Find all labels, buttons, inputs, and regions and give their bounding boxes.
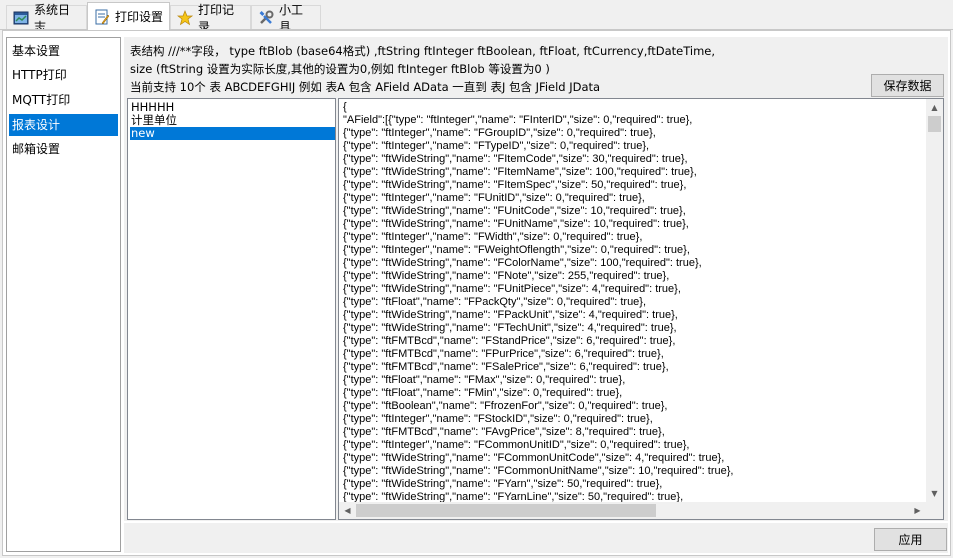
json-editor-line: {"type": "ftFMTBcd","name": "FAvgPrice",…	[343, 426, 665, 438]
tab-label: 打印设置	[115, 10, 164, 24]
json-editor-line: {"type": "ftFMTBcd","name": "FSalePrice"…	[343, 361, 669, 373]
json-editor-line: {"type": "ftInteger","name": "FWidth","s…	[343, 231, 643, 243]
json-editor-line: {"type": "ftWideString","name": "FYarn",…	[343, 478, 663, 490]
json-editor-line: {"type": "ftWideString","name": "FItemCo…	[343, 153, 688, 165]
list-item-selected[interactable]: new	[130, 127, 335, 140]
scroll-up-arrow-icon[interactable]: ▲	[926, 99, 943, 116]
json-editor-line: {	[343, 101, 347, 113]
nav-item-basic-settings[interactable]: 基本设置	[9, 40, 118, 62]
nav-item-mqtt-print[interactable]: MQTT打印	[9, 89, 118, 111]
json-editor-line: {"type": "ftWideString","name": "FItemSp…	[343, 179, 687, 191]
json-editor-line: "AField":[{"type": "ftInteger","name": "…	[343, 114, 693, 126]
json-editor-line: {"type": "ftFloat","name": "FPackQty","s…	[343, 296, 647, 308]
horizontal-scroll-thumb[interactable]	[356, 504, 656, 517]
json-editor-line: {"type": "ftInteger","name": "FGroupID",…	[343, 127, 656, 139]
horizontal-scrollbar[interactable]: ◀ ▶	[339, 502, 926, 519]
nav-item-mail-settings[interactable]: 邮箱设置	[9, 138, 118, 160]
apply-button[interactable]: 应用	[874, 528, 947, 551]
json-editor[interactable]: {"AField":[{"type": "ftInteger","name": …	[338, 98, 944, 520]
scroll-down-arrow-icon[interactable]: ▼	[926, 485, 943, 502]
scrollbar-corner	[926, 502, 943, 519]
settings-nav-list[interactable]: 基本设置 HTTP打印 MQTT打印 报表设计 邮箱设置	[6, 37, 121, 552]
json-editor-line: {"type": "ftInteger","name": "FTypeID","…	[343, 140, 650, 152]
json-editor-line: {"type": "ftWideString","name": "FUnitPi…	[343, 283, 681, 295]
json-editor-line: {"type": "ftFMTBcd","name": "FPurPrice",…	[343, 348, 664, 360]
json-editor-line: {"type": "ftFMTBcd","name": "FStandPrice…	[343, 335, 676, 347]
json-editor-line: {"type": "ftWideString","name": "FPackUn…	[343, 309, 678, 321]
json-editor-line: {"type": "ftWideString","name": "FNote",…	[343, 270, 670, 282]
star-record-icon	[176, 9, 194, 26]
json-editor-line: {"type": "ftWideString","name": "FUnitCo…	[343, 205, 686, 217]
json-editor-text[interactable]: {"AField":[{"type": "ftInteger","name": …	[343, 101, 925, 504]
json-editor-line: {"type": "ftWideString","name": "FTechUn…	[343, 322, 677, 334]
print-settings-icon	[94, 9, 110, 25]
json-editor-line: {"type": "ftWideString","name": "FUnitNa…	[343, 218, 689, 230]
tab-bar: 系统日志 打印设置 打印记录 小工具	[0, 0, 953, 34]
nav-item-report-design[interactable]: 报表设计	[9, 114, 118, 136]
json-editor-line: {"type": "ftInteger","name": "FStockID",…	[343, 413, 653, 425]
tab-print-records[interactable]: 打印记录	[170, 3, 251, 34]
json-editor-line: {"type": "ftBoolean","name": "FfrozenFor…	[343, 400, 668, 412]
vertical-scrollbar[interactable]: ▲ ▼	[926, 99, 943, 502]
json-editor-line: {"type": "ftWideString","name": "FCommon…	[343, 452, 725, 464]
scroll-left-arrow-icon[interactable]: ◀	[339, 502, 356, 519]
json-editor-line: {"type": "ftWideString","name": "FColorN…	[343, 257, 702, 269]
nav-item-http-print[interactable]: HTTP打印	[9, 64, 118, 86]
json-editor-line: {"type": "ftInteger","name": "FCommonUni…	[343, 439, 690, 451]
json-editor-line: {"type": "ftFloat","name": "FMax","size"…	[343, 374, 626, 386]
scroll-right-arrow-icon[interactable]: ▶	[909, 502, 926, 519]
vertical-scroll-thumb[interactable]	[928, 116, 941, 132]
tab-tools[interactable]: 小工具	[251, 3, 321, 34]
tab-system-log[interactable]: 系统日志	[6, 3, 87, 34]
description-line-1: 表结构 ///**字段， type ftBlob (base64格式) ,ftS…	[130, 44, 716, 58]
json-editor-line: {"type": "ftWideString","name": "FCommon…	[343, 465, 734, 477]
tab-print-settings[interactable]: 打印设置	[87, 2, 170, 30]
description-line-2: size (ftString 设置为实际长度,其他的设置为0,例如 ftInte…	[130, 62, 550, 76]
json-editor-line: {"type": "ftWideString","name": "FItemNa…	[343, 166, 697, 178]
tools-icon	[258, 10, 274, 26]
save-data-button[interactable]: 保存数据	[871, 74, 944, 97]
report-list[interactable]: HHHHH 计里单位 new	[127, 98, 336, 520]
json-editor-line: {"type": "ftInteger","name": "FUnitID","…	[343, 192, 645, 204]
bottom-bar	[124, 523, 948, 553]
json-editor-line: {"type": "ftInteger","name": "FWeightOfl…	[343, 244, 690, 256]
list-item[interactable]: 计里单位	[130, 114, 335, 127]
description-line-3: 当前支持 10个 表 ABCDEFGHIJ 例如 表A 包含 AField AD…	[130, 80, 601, 94]
log-icon	[13, 10, 29, 26]
json-editor-line: {"type": "ftFloat","name": "FMin","size"…	[343, 387, 623, 399]
